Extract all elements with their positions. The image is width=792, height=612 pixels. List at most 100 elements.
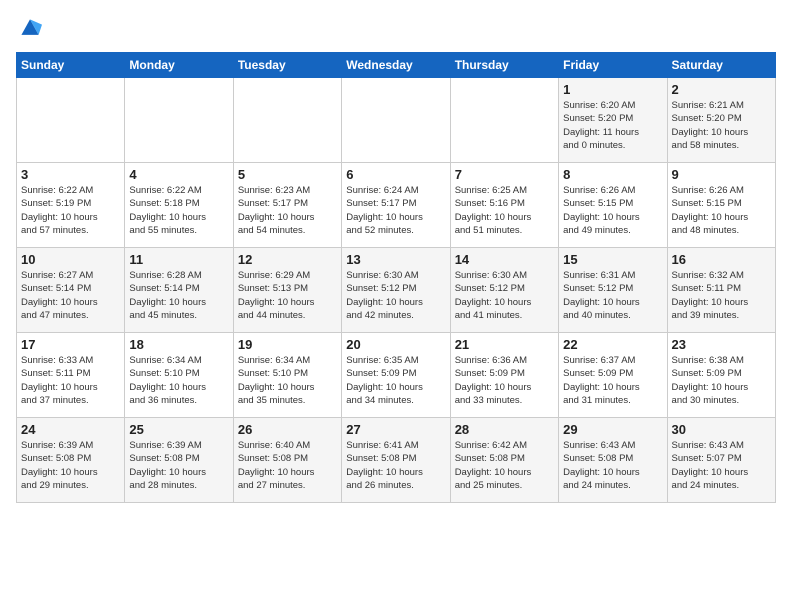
calendar-cell: 3 Sunrise: 6:22 AMSunset: 5:19 PMDaylight… <box>17 163 125 248</box>
day-info: Sunrise: 6:26 AMSunset: 5:15 PMDaylight:… <box>672 184 771 237</box>
day-info: Sunrise: 6:34 AMSunset: 5:10 PMDaylight:… <box>238 354 337 407</box>
day-number: 24 <box>21 422 120 437</box>
day-info: Sunrise: 6:30 AMSunset: 5:12 PMDaylight:… <box>346 269 445 322</box>
calendar-cell: 4Sunrise: 6:22 AMSunset: 5:18 PMDaylight… <box>125 163 233 248</box>
day-info: Sunrise: 6:31 AMSunset: 5:12 PMDaylight:… <box>563 269 662 322</box>
day-info: Sunrise: 6:35 AMSunset: 5:09 PMDaylight:… <box>346 354 445 407</box>
day-number: 5 <box>238 167 337 182</box>
calendar-cell <box>233 78 341 163</box>
day-info: Sunrise: 6:20 AMSunset: 5:20 PMDaylight:… <box>563 99 662 152</box>
day-number: 21 <box>455 337 554 352</box>
day-info: Sunrise: 6:41 AMSunset: 5:08 PMDaylight:… <box>346 439 445 492</box>
calendar-cell <box>342 78 450 163</box>
weekday-header-friday: Friday <box>559 53 667 78</box>
day-number: 19 <box>238 337 337 352</box>
calendar-cell: 13 Sunrise: 6:30 AMSunset: 5:12 PMDayligh… <box>342 248 450 333</box>
day-number: 13 <box>346 252 445 267</box>
day-info: Sunrise: 6:22 AMSunset: 5:18 PMDaylight:… <box>129 184 228 237</box>
day-info: Sunrise: 6:24 AMSunset: 5:17 PMDaylight:… <box>346 184 445 237</box>
calendar-cell: 21 Sunrise: 6:36 AMSunset: 5:09 PMDayligh… <box>450 333 558 418</box>
day-info: Sunrise: 6:27 AMSunset: 5:14 PMDaylight:… <box>21 269 120 322</box>
weekday-header-saturday: Saturday <box>667 53 775 78</box>
day-number: 23 <box>672 337 771 352</box>
day-number: 28 <box>455 422 554 437</box>
calendar-cell: 9 Sunrise: 6:26 AMSunset: 5:15 PMDaylight… <box>667 163 775 248</box>
day-number: 11 <box>129 252 228 267</box>
weekday-header-wednesday: Wednesday <box>342 53 450 78</box>
logo-icon <box>18 16 42 40</box>
day-number: 29 <box>563 422 662 437</box>
calendar-cell: 23 Sunrise: 6:38 AMSunset: 5:09 PMDayligh… <box>667 333 775 418</box>
day-info: Sunrise: 6:32 AMSunset: 5:11 PMDaylight:… <box>672 269 771 322</box>
calendar-cell: 17 Sunrise: 6:33 AMSunset: 5:11 PMDayligh… <box>17 333 125 418</box>
calendar-cell: 15 Sunrise: 6:31 AMSunset: 5:12 PMDayligh… <box>559 248 667 333</box>
day-info: Sunrise: 6:26 AMSunset: 5:15 PMDaylight:… <box>563 184 662 237</box>
day-info: Sunrise: 6:42 AMSunset: 5:08 PMDaylight:… <box>455 439 554 492</box>
day-info: Sunrise: 6:28 AMSunset: 5:14 PMDaylight:… <box>129 269 228 322</box>
calendar-cell: 16 Sunrise: 6:32 AMSunset: 5:11 PMDayligh… <box>667 248 775 333</box>
calendar-cell: 27 Sunrise: 6:41 AMSunset: 5:08 PMDayligh… <box>342 418 450 503</box>
weekday-header-sunday: Sunday <box>17 53 125 78</box>
day-info: Sunrise: 6:39 AMSunset: 5:08 PMDaylight:… <box>21 439 120 492</box>
day-number: 25 <box>129 422 228 437</box>
day-info: Sunrise: 6:36 AMSunset: 5:09 PMDaylight:… <box>455 354 554 407</box>
calendar-cell: 2 Sunrise: 6:21 AMSunset: 5:20 PMDaylight… <box>667 78 775 163</box>
day-number: 9 <box>672 167 771 182</box>
day-info: Sunrise: 6:30 AMSunset: 5:12 PMDaylight:… <box>455 269 554 322</box>
day-number: 10 <box>21 252 120 267</box>
day-number: 1 <box>563 82 662 97</box>
day-info: Sunrise: 6:25 AMSunset: 5:16 PMDaylight:… <box>455 184 554 237</box>
calendar-cell: 11 Sunrise: 6:28 AMSunset: 5:14 PMDayligh… <box>125 248 233 333</box>
day-info: Sunrise: 6:34 AMSunset: 5:10 PMDaylight:… <box>129 354 228 407</box>
calendar-cell <box>450 78 558 163</box>
day-number: 27 <box>346 422 445 437</box>
calendar-cell: 28 Sunrise: 6:42 AMSunset: 5:08 PMDayligh… <box>450 418 558 503</box>
day-number: 26 <box>238 422 337 437</box>
calendar-cell: 30Sunrise: 6:43 AMSunset: 5:07 PMDayligh… <box>667 418 775 503</box>
calendar-cell: 8 Sunrise: 6:26 AMSunset: 5:15 PMDaylight… <box>559 163 667 248</box>
calendar-cell <box>17 78 125 163</box>
day-number: 30 <box>672 422 771 437</box>
calendar-cell: 19 Sunrise: 6:34 AMSunset: 5:10 PMDayligh… <box>233 333 341 418</box>
day-number: 12 <box>238 252 337 267</box>
day-number: 2 <box>672 82 771 97</box>
day-info: Sunrise: 6:29 AMSunset: 5:13 PMDaylight:… <box>238 269 337 322</box>
day-number: 6 <box>346 167 445 182</box>
calendar-cell: 5 Sunrise: 6:23 AMSunset: 5:17 PMDaylight… <box>233 163 341 248</box>
day-info: Sunrise: 6:33 AMSunset: 5:11 PMDaylight:… <box>21 354 120 407</box>
weekday-header-thursday: Thursday <box>450 53 558 78</box>
day-info: Sunrise: 6:40 AMSunset: 5:08 PMDaylight:… <box>238 439 337 492</box>
day-number: 8 <box>563 167 662 182</box>
calendar-cell: 7 Sunrise: 6:25 AMSunset: 5:16 PMDaylight… <box>450 163 558 248</box>
day-info: Sunrise: 6:43 AMSunset: 5:08 PMDaylight:… <box>563 439 662 492</box>
calendar-cell: 25Sunrise: 6:39 AMSunset: 5:08 PMDayligh… <box>125 418 233 503</box>
day-number: 18 <box>129 337 228 352</box>
weekday-header-tuesday: Tuesday <box>233 53 341 78</box>
calendar-cell: 26 Sunrise: 6:40 AMSunset: 5:08 PMDayligh… <box>233 418 341 503</box>
day-number: 14 <box>455 252 554 267</box>
day-number: 7 <box>455 167 554 182</box>
day-info: Sunrise: 6:37 AMSunset: 5:09 PMDaylight:… <box>563 354 662 407</box>
day-info: Sunrise: 6:22 AMSunset: 5:19 PMDaylight:… <box>21 184 120 237</box>
day-number: 3 <box>21 167 120 182</box>
day-info: Sunrise: 6:23 AMSunset: 5:17 PMDaylight:… <box>238 184 337 237</box>
calendar-cell <box>125 78 233 163</box>
day-number: 22 <box>563 337 662 352</box>
day-info: Sunrise: 6:38 AMSunset: 5:09 PMDaylight:… <box>672 354 771 407</box>
calendar-cell: 29 Sunrise: 6:43 AMSunset: 5:08 PMDayligh… <box>559 418 667 503</box>
calendar-cell: 24 Sunrise: 6:39 AMSunset: 5:08 PMDayligh… <box>17 418 125 503</box>
day-info: Sunrise: 6:21 AMSunset: 5:20 PMDaylight:… <box>672 99 771 152</box>
calendar-cell: 14 Sunrise: 6:30 AMSunset: 5:12 PMDayligh… <box>450 248 558 333</box>
logo <box>16 16 42 40</box>
calendar-cell: 20 Sunrise: 6:35 AMSunset: 5:09 PMDayligh… <box>342 333 450 418</box>
weekday-header-monday: Monday <box>125 53 233 78</box>
page-header <box>16 16 776 40</box>
day-number: 16 <box>672 252 771 267</box>
day-number: 15 <box>563 252 662 267</box>
calendar-cell: 22 Sunrise: 6:37 AMSunset: 5:09 PMDayligh… <box>559 333 667 418</box>
day-number: 17 <box>21 337 120 352</box>
calendar-table: SundayMondayTuesdayWednesdayThursdayFrid… <box>16 52 776 503</box>
calendar-cell: 1 Sunrise: 6:20 AMSunset: 5:20 PMDaylight… <box>559 78 667 163</box>
calendar-cell: 12 Sunrise: 6:29 AMSunset: 5:13 PMDayligh… <box>233 248 341 333</box>
day-number: 20 <box>346 337 445 352</box>
